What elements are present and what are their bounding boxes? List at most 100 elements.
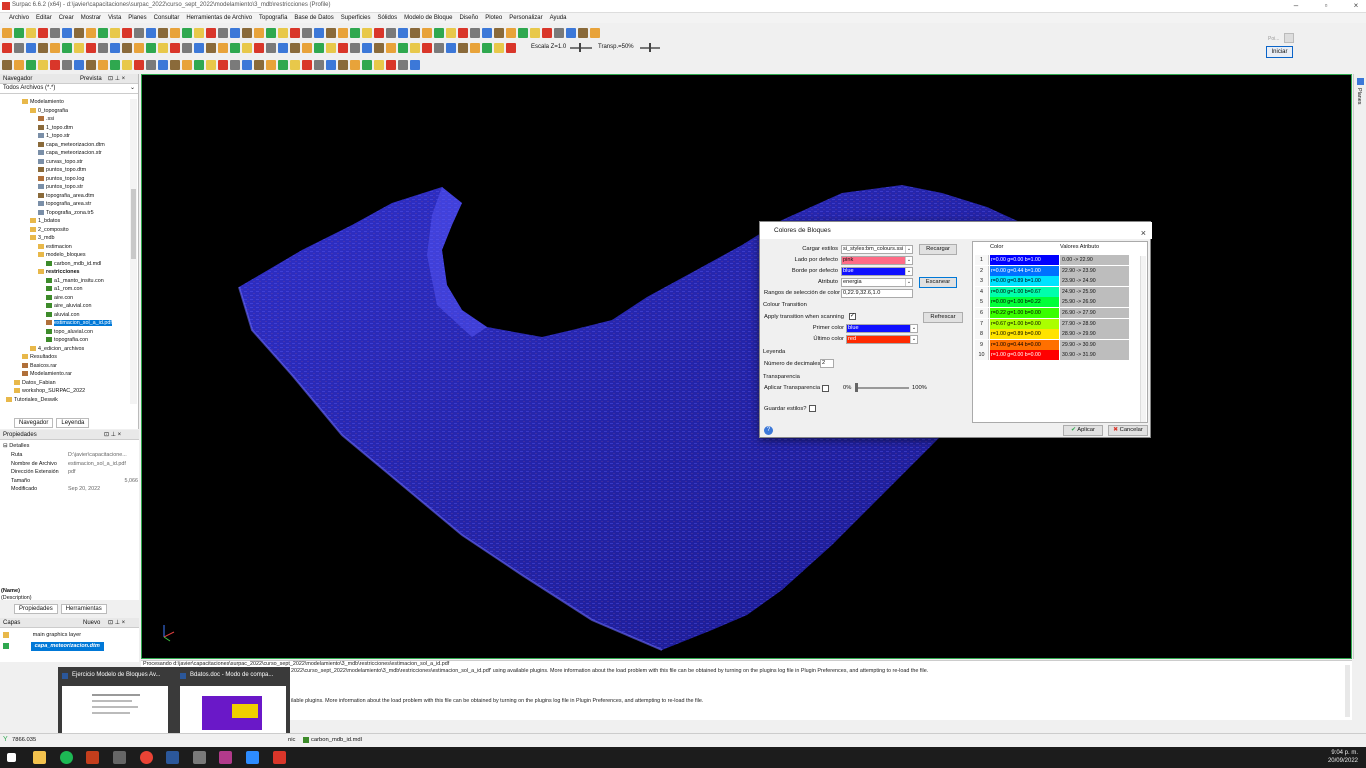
tree-item[interactable]: restricciones [38,268,80,276]
colour-row[interactable]: 3 r=0.00 g=0.89 b=1.00 23.90 -> 24.90 [973,276,1131,287]
colour-swatch[interactable]: r=1.00 g=0.89 b=0.00 [990,329,1059,340]
tree-item[interactable]: 0_topografia [30,107,68,115]
menu-item[interactable]: Ayuda [550,15,567,21]
pin-icon[interactable]: ⊡ ⊥ × [108,74,125,84]
attribute-range[interactable]: 30.90 -> 31.90 [1060,350,1129,361]
tree-item[interactable]: topografia.con [46,336,88,344]
toolbar-tool-icon[interactable] [458,27,468,38]
toolbar-tool-icon[interactable] [230,27,240,38]
toolbar-tool-icon[interactable] [446,27,456,38]
toolbar-tool-icon[interactable] [26,42,36,53]
attribute-range[interactable]: 22.90 -> 23.90 [1060,265,1129,276]
tree-item[interactable]: 2_composito [30,226,69,234]
colour-row[interactable]: 10 r=1.00 g=0.00 b=0.00 30.90 -> 31.90 [973,350,1131,361]
tree-item[interactable]: Tutoriales_Deswik [6,396,58,404]
toolbar-tool-icon[interactable] [278,59,288,70]
toolbar-tool-icon[interactable] [134,42,144,53]
toolbar-tool-icon[interactable] [362,27,372,38]
close-icon[interactable]: × [1141,225,1146,242]
toolbar-tool-icon[interactable] [434,42,444,53]
chevron-down-icon[interactable]: ⌄ [905,268,912,275]
toolbar-tool-icon[interactable] [242,42,252,53]
toolbar-tool-icon[interactable] [110,59,120,70]
menu-item[interactable]: Modelo de Bloque [404,15,452,21]
toolbar-tool-icon[interactable] [314,42,324,53]
lado-select[interactable]: pink ⌄ [841,256,913,265]
tree-item[interactable]: workshop_SURPAC_2022 [14,387,85,395]
menu-item[interactable]: Superficies [341,15,371,21]
toolbar-tool-icon[interactable] [50,42,60,53]
tree-item[interactable]: Basicos.rar [22,362,57,370]
tab-leyenda[interactable]: Leyenda [56,418,90,428]
transparency-slider-track[interactable] [855,387,909,389]
tree-item[interactable]: a1_rom.con [46,285,82,293]
toolbar-tool-icon[interactable] [566,27,576,38]
toolbar-tool-icon[interactable] [182,42,192,53]
colour-row[interactable]: 8 r=1.00 g=0.89 b=0.00 28.90 -> 29.90 [973,329,1131,340]
escala-slider[interactable] [570,47,592,49]
toolbar-tool-icon[interactable] [110,27,120,38]
colour-swatch[interactable]: r=0.00 g=1.00 b=0.22 [990,297,1059,308]
menu-item[interactable]: Herramientas de Archivo [186,15,252,21]
toolbar-tool-icon[interactable] [266,27,276,38]
file-explorer-icon[interactable] [33,751,46,764]
tree-item[interactable]: Resultados [22,353,57,361]
toolbar-tool-icon[interactable] [146,27,156,38]
tree-item[interactable]: a1_manto_insitu.con [46,277,104,285]
menu-item[interactable]: Vista [108,15,121,21]
details-section[interactable]: ⊟ Detalles [3,443,29,449]
attribute-range[interactable]: 0.00 -> 22.90 [1060,255,1129,265]
toolbar-tool-icon[interactable] [50,59,60,70]
toolbar-tool-icon[interactable] [110,42,120,53]
toolbar-tool-icon[interactable] [374,42,384,53]
toolbar-tool-icon[interactable] [206,27,216,38]
colour-swatch[interactable]: r=0.22 g=1.00 b=0.00 [990,308,1059,318]
tree-item[interactable]: aluvial.con [46,311,79,319]
menu-item[interactable]: Personalizar [509,15,542,21]
surpac-icon[interactable] [273,751,286,764]
apply-transition-checkbox[interactable]: ✓ [849,313,856,320]
toolbar-tool-icon[interactable] [230,42,240,53]
toolbar-tool-icon[interactable] [182,27,192,38]
tree-item[interactable]: 4_edicion_archivos [30,345,84,353]
toolbar-tool-icon[interactable] [410,27,420,38]
toolbar-tool-icon[interactable] [422,42,432,53]
layer-item-selected[interactable]: capa_meteorizacion.dtm [3,642,137,651]
chevron-down-icon[interactable]: ⌄ [910,325,917,332]
tree-item[interactable]: .ssi [38,115,54,123]
tree-item[interactable]: 1_topo.dtm [38,124,73,132]
transparency-slider-thumb[interactable] [855,383,858,392]
colour-row[interactable]: 1 r=0.00 g=0.00 b=1.00 0.00 -> 22.90 [973,255,1131,265]
chevron-down-icon[interactable]: ⌄ [905,279,912,286]
colour-row[interactable]: 9 r=1.00 g=0.44 b=0.00 29.90 -> 30.90 [973,339,1131,350]
toolbar-tool-icon[interactable] [410,42,420,53]
toolbar-tool-icon[interactable] [482,27,492,38]
toolbar-tool-icon[interactable] [122,27,132,38]
toolbar-tool-icon[interactable] [26,27,36,38]
toolbar-tool-icon[interactable] [254,59,264,70]
toolbar-tool-icon[interactable] [278,42,288,53]
toolbar-tool-icon[interactable] [158,59,168,70]
attribute-range[interactable]: 28.90 -> 29.90 [1060,329,1129,340]
panel-controls-icon[interactable]: ⊡ ⊥ × [108,618,125,628]
colour-swatch[interactable]: r=0.67 g=1.00 b=0.00 [990,318,1059,329]
tree-item[interactable]: estimacion [38,243,72,251]
toolbar-tool-icon[interactable] [206,42,216,53]
toolbar-tool-icon[interactable] [398,27,408,38]
toolbar-tool-icon[interactable] [14,27,24,38]
status-file[interactable]: carbon_mdb_id.mdl [311,737,362,743]
toolbar-tool-icon[interactable] [494,42,504,53]
file-filter[interactable]: Todos Archivos (*.*) ⌄ [0,84,138,94]
toolbar-tool-icon[interactable] [470,27,480,38]
menu-item[interactable]: Mostrar [81,15,101,21]
aplicar-transparencia-checkbox[interactable] [822,385,829,392]
toolbar-tool-icon[interactable] [170,59,180,70]
console-scrollbar[interactable] [1345,665,1350,717]
grammarly-icon[interactable] [219,751,232,764]
aplicar-button[interactable]: ✔ Aplicar [1063,425,1103,436]
panel-controls-icon[interactable]: ⊡ ⊥ × [104,430,121,440]
toolbar-tool-icon[interactable] [158,27,168,38]
tree-item[interactable]: aire_aluvial.con [46,302,91,310]
tree-item[interactable]: modelo_bloques [38,251,86,259]
scrollbar-thumb[interactable] [131,189,136,259]
